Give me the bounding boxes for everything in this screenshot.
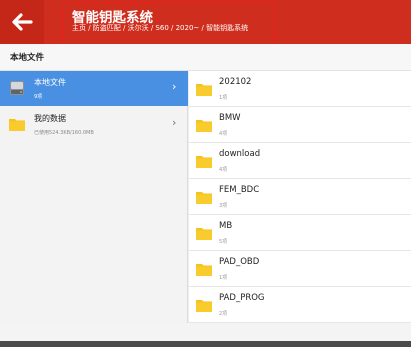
folder-name: PAD_PROG [219, 293, 265, 303]
arrow-left-icon [12, 13, 33, 31]
sidebar-item-label: 本地文件 [34, 78, 66, 87]
sidebar: 本地文件 9项 › 我的数据 已使用524.3KB/160.0MB › [0, 71, 188, 323]
folder-icon [196, 156, 212, 168]
sidebar-item-my-data[interactable]: 我的数据 已使用524.3KB/160.0MB › [0, 107, 188, 142]
app-header: 智能钥匙系统 主页 / 防盗匹配 / 沃尔沃 / S60 / 2020~ / 智… [0, 0, 411, 46]
storage-usage: 已使用524.3KB/160.0MB [34, 130, 94, 136]
folder-count: 1项 [219, 275, 228, 281]
folder-name: download [219, 149, 261, 159]
folder-name: FEM_BDC [219, 185, 260, 195]
back-button[interactable] [0, 0, 44, 44]
file-list: 202102 1项 BMW 4项 download 4项 FEM_BDC 3项 … [189, 71, 411, 323]
chevron-right-icon: › [172, 80, 177, 93]
folder-icon [196, 228, 212, 240]
folder-count: 3项 [219, 203, 228, 209]
folder-icon [196, 300, 212, 312]
footer-area [0, 323, 411, 341]
list-item[interactable]: download 4项 [189, 143, 411, 179]
folder-icon [196, 84, 212, 96]
list-item[interactable]: PAD_PROG 2项 [189, 287, 411, 323]
folder-name: MB [219, 221, 233, 231]
sidebar-item-local-files[interactable]: 本地文件 9项 › [0, 71, 188, 106]
folder-name: 202102 [219, 77, 252, 87]
folder-count: 5项 [219, 239, 228, 245]
list-item[interactable]: MB 5项 [189, 215, 411, 251]
folder-name: BMW [219, 113, 241, 123]
folder-icon [9, 119, 25, 131]
list-item[interactable]: BMW 4项 [189, 107, 411, 143]
breadcrumb[interactable]: 主页 / 防盗匹配 / 沃尔沃 / S60 / 2020~ / 智能钥匙系统 [72, 23, 248, 33]
folder-name: PAD_OBD [219, 257, 260, 267]
folder-icon [196, 120, 212, 132]
folder-icon [196, 264, 212, 276]
folder-count: 2项 [219, 311, 228, 317]
list-item[interactable]: FEM_BDC 3项 [189, 179, 411, 215]
folder-count: 4项 [219, 167, 228, 173]
folder-count: 4项 [219, 131, 228, 137]
section-header: 本地文件 [0, 44, 411, 71]
folder-icon [196, 192, 212, 204]
list-item[interactable]: PAD_OBD 1项 [189, 251, 411, 287]
hard-drive-icon [10, 81, 24, 95]
sidebar-item-count: 9项 [34, 94, 43, 100]
section-label: 本地文件 [10, 53, 45, 63]
sidebar-item-label: 我的数据 [34, 114, 66, 123]
folder-count: 1项 [219, 95, 228, 101]
chevron-right-icon: › [172, 116, 177, 129]
bottom-bar [0, 341, 411, 347]
list-item[interactable]: 202102 1项 [189, 71, 411, 107]
